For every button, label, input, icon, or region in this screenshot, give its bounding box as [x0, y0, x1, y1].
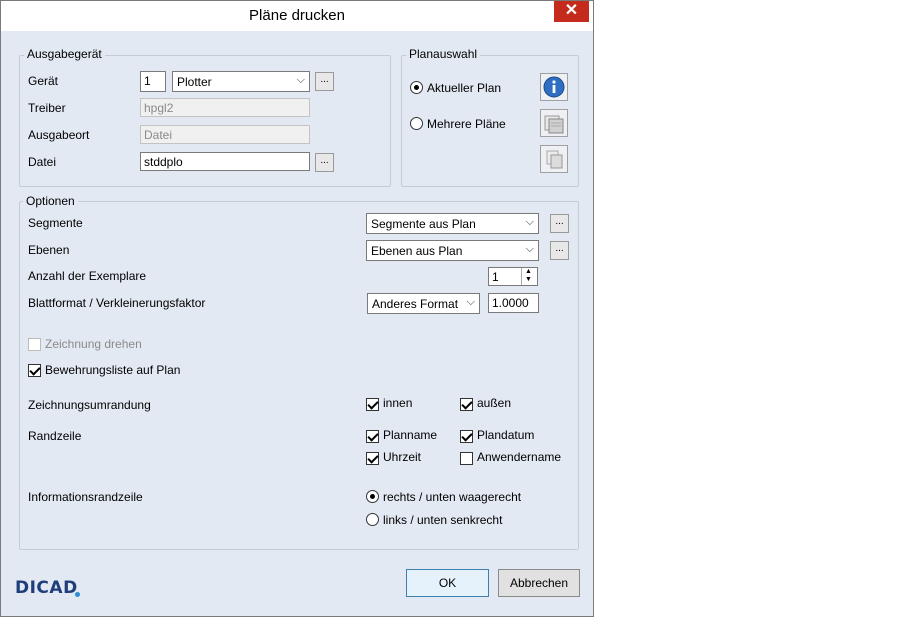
reinforcement-list-checkbox[interactable] — [28, 364, 41, 377]
layers-browse-button[interactable]: ... — [550, 241, 569, 260]
device-select-value: Plotter — [177, 75, 212, 89]
user-name-label[interactable]: Anwendername — [477, 450, 561, 464]
device-select[interactable]: Plotter ⌵ — [172, 71, 310, 92]
dicad-logo: DICAD — [15, 578, 80, 598]
layers-select[interactable]: Ebenen aus Plan ⌵ — [366, 240, 539, 261]
chevron-down-icon: ⌵ — [525, 243, 534, 255]
scale-factor-input[interactable]: 1.0000 — [488, 293, 539, 313]
copies-spinner[interactable]: 1 ▲ ▼ — [488, 267, 538, 286]
outer-checkbox[interactable] — [460, 398, 473, 411]
right-horizontal-label[interactable]: rechts / unten waagerecht — [383, 490, 521, 504]
copies-value: 1 — [492, 270, 499, 284]
segments-select-value: Segmente aus Plan — [371, 217, 476, 231]
file-browse-button[interactable]: ... — [315, 153, 334, 172]
options-legend: Optionen — [23, 194, 78, 208]
right-horizontal-radio[interactable] — [366, 490, 379, 503]
dialog-title: Pläne drucken — [249, 7, 345, 24]
spin-down-icon[interactable]: ▼ — [525, 276, 532, 283]
rotate-drawing-checkbox[interactable] — [28, 338, 41, 351]
chevron-down-icon: ⌵ — [296, 74, 305, 86]
print-dialog: Pläne drucken ✕ Ausgabegerät Gerät 1 Plo… — [0, 0, 594, 617]
plan-name-label[interactable]: Planname — [383, 428, 437, 442]
plan-list-button[interactable] — [540, 109, 568, 137]
time-label[interactable]: Uhrzeit — [383, 450, 421, 464]
copies-label: Anzahl der Exemplare — [28, 269, 147, 283]
time-checkbox[interactable] — [366, 452, 379, 465]
drawing-border-label: Zeichnungsumrandung — [28, 398, 151, 412]
output-location-field: Datei — [140, 125, 310, 144]
plan-date-label[interactable]: Plandatum — [477, 428, 534, 442]
sheet-format-label: Blattformat / Verkleinerungsfaktor — [28, 296, 206, 310]
output-device-legend: Ausgabegerät — [24, 47, 105, 61]
segments-select[interactable]: Segmente aus Plan ⌵ — [366, 213, 539, 234]
chevron-down-icon: ⌵ — [525, 216, 534, 228]
device-label: Gerät — [28, 74, 59, 88]
plan-date-checkbox[interactable] — [460, 430, 473, 443]
user-name-checkbox[interactable] — [460, 452, 473, 465]
left-vertical-radio[interactable] — [366, 513, 379, 526]
driver-label: Treiber — [28, 101, 66, 115]
ok-button[interactable]: OK — [406, 569, 489, 597]
plan-copy-button[interactable] — [540, 145, 568, 173]
inner-label[interactable]: innen — [383, 396, 412, 410]
current-plan-radio[interactable] — [410, 81, 423, 94]
multiple-plans-radio[interactable] — [410, 117, 423, 130]
plan-copy-icon — [546, 150, 563, 169]
inner-checkbox[interactable] — [366, 398, 379, 411]
sheet-format-select[interactable]: Anderes Format ⌵ — [367, 293, 480, 314]
info-margin-label: Informationsrandzeile — [28, 490, 143, 504]
segments-browse-button[interactable]: ... — [550, 214, 569, 233]
title-bar: Pläne drucken ✕ — [1, 1, 593, 31]
margin-line-label: Randzeile — [28, 429, 82, 443]
plan-name-checkbox[interactable] — [366, 430, 379, 443]
info-icon — [543, 76, 565, 98]
outer-label[interactable]: außen — [477, 396, 511, 410]
driver-field: hpgl2 — [140, 98, 310, 117]
current-plan-label[interactable]: Aktueller Plan — [427, 81, 501, 95]
spin-up-icon[interactable]: ▲ — [525, 268, 532, 275]
output-location-label: Ausgabeort — [28, 128, 90, 142]
chevron-down-icon: ⌵ — [466, 296, 475, 308]
device-number-input[interactable]: 1 — [140, 71, 166, 92]
file-label: Datei — [28, 155, 57, 169]
close-button[interactable]: ✕ — [554, 1, 589, 22]
info-button[interactable] — [540, 73, 568, 101]
segments-label: Segmente — [28, 216, 83, 230]
left-vertical-label[interactable]: links / unten senkrecht — [383, 513, 502, 527]
device-browse-button[interactable]: ... — [315, 72, 334, 91]
rotate-drawing-label: Zeichnung drehen — [45, 337, 142, 351]
logo-dot-icon — [75, 592, 80, 597]
dicad-logo-text: DICAD — [15, 578, 78, 598]
multiple-plans-label[interactable]: Mehrere Pläne — [427, 117, 506, 131]
cancel-button[interactable]: Abbrechen — [498, 569, 580, 597]
file-input[interactable]: stddplo — [140, 152, 310, 171]
plan-selection-legend: Planauswahl — [406, 47, 481, 61]
layers-select-value: Ebenen aus Plan — [371, 244, 463, 258]
reinforcement-list-label[interactable]: Bewehrungsliste auf Plan — [45, 363, 180, 377]
sheet-format-value: Anderes Format — [372, 297, 459, 311]
layers-label: Ebenen — [28, 243, 70, 257]
copies-spin-buttons[interactable]: ▲ ▼ — [521, 268, 537, 285]
plan-list-icon — [544, 115, 564, 134]
